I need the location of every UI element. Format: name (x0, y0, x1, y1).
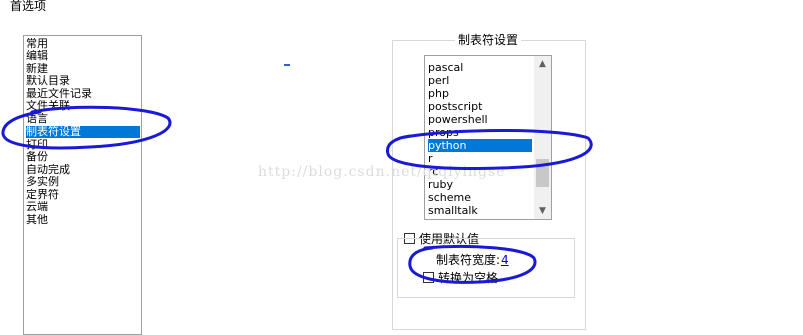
language-item-scheme[interactable]: scheme (428, 191, 532, 204)
language-item-perl[interactable]: perl (428, 74, 532, 87)
language-item-powershell[interactable]: powershell (428, 113, 532, 126)
category-item-file-assoc[interactable]: 文件关联 (26, 100, 140, 112)
category-item-general[interactable]: 常用 (26, 38, 140, 50)
window-title: 首选项 (10, 0, 47, 13)
category-item-misc[interactable]: 其他 (26, 214, 140, 226)
tab-width-value[interactable]: 4 (501, 253, 509, 267)
category-item-multi-instance[interactable]: 多实例 (26, 176, 140, 188)
tab-settings-group-title: 制表符设置 (455, 33, 522, 47)
category-item-backup[interactable]: 备份 (26, 151, 140, 163)
language-item-php[interactable]: php (428, 87, 532, 100)
category-item-cloud[interactable]: 云端 (26, 201, 140, 213)
scroll-up-arrow-icon[interactable]: ▲ (534, 56, 551, 72)
category-item-recent-files[interactable]: 最近文件记录 (26, 88, 140, 100)
language-item-pascal[interactable]: pascal (428, 61, 532, 74)
replace-by-space-label: 转换为空格 (438, 271, 499, 285)
tab-width-label: 制表符宽度: (436, 253, 501, 267)
category-list[interactable]: 常用 编辑 新建 默认目录 最近文件记录 文件关联 语言 制表符设置 打印 备份… (23, 35, 142, 335)
watermark: http://blog.csdn.net/qiqiyingse (258, 164, 506, 180)
language-item-smalltalk[interactable]: smalltalk (428, 204, 532, 217)
scroll-thumb[interactable] (536, 159, 549, 187)
language-list-scrollbar[interactable]: ▲ ▼ (534, 56, 551, 219)
category-item-new[interactable]: 新建 (26, 63, 140, 75)
scroll-down-arrow-icon[interactable]: ▼ (534, 203, 551, 219)
language-list[interactable]: pascal perl php postscript powershell pr… (424, 55, 552, 220)
category-item-default-dir[interactable]: 默认目录 (26, 75, 140, 87)
language-item-python[interactable]: python (428, 139, 532, 152)
category-item-autocomplete[interactable]: 自动完成 (26, 164, 140, 176)
focus-mark (284, 64, 290, 66)
category-item-language[interactable]: 语言 (26, 113, 140, 125)
tab-width-group (397, 238, 575, 298)
category-item-edit[interactable]: 编辑 (26, 50, 140, 62)
category-item-delimiter[interactable]: 定界符 (26, 189, 140, 201)
language-item-postscript[interactable]: postscript (428, 100, 532, 113)
category-item-print[interactable]: 打印 (26, 139, 140, 151)
replace-by-space-checkbox[interactable] (423, 272, 434, 283)
language-item-props[interactable]: props (428, 126, 532, 139)
category-item-tab-settings[interactable]: 制表符设置 (26, 126, 140, 138)
